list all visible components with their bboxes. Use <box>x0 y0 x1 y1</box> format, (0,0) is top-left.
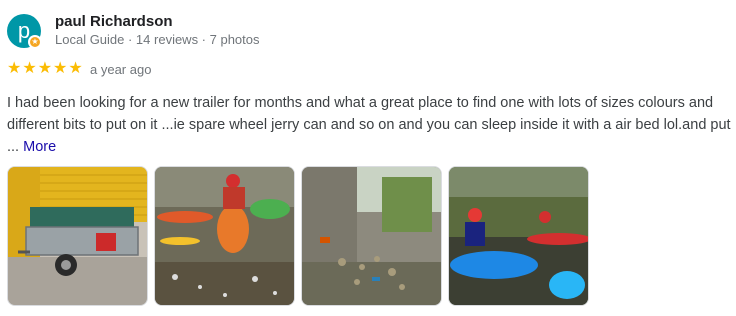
reviewer-meta: Local Guide · 14 reviews · 7 photos <box>55 32 260 47</box>
reviewer-name[interactable]: paul Richardson <box>55 13 173 30</box>
review-date: a year ago <box>90 62 152 77</box>
local-guide-badge-icon: ★ <box>28 35 42 49</box>
star-icon: ★ <box>22 60 37 77</box>
review-photo-kayaks[interactable] <box>448 166 589 306</box>
review-text: I had been looking for a new trailer for… <box>7 95 731 155</box>
review-photo-trailer[interactable] <box>7 166 148 306</box>
review-photo-rubbish[interactable] <box>301 166 442 306</box>
star-rating: ★ ★ ★ ★ ★ <box>7 60 83 78</box>
review-photo-kayaker[interactable] <box>154 166 295 306</box>
star-icon: ★ <box>68 60 83 77</box>
photo-strip <box>7 166 589 306</box>
star-icon: ★ <box>53 60 68 77</box>
star-icon: ★ <box>37 60 53 77</box>
review-body: I had been looking for a new trailer for… <box>7 92 731 158</box>
star-icon: ★ <box>7 60 22 77</box>
more-link[interactable]: More <box>23 139 56 155</box>
